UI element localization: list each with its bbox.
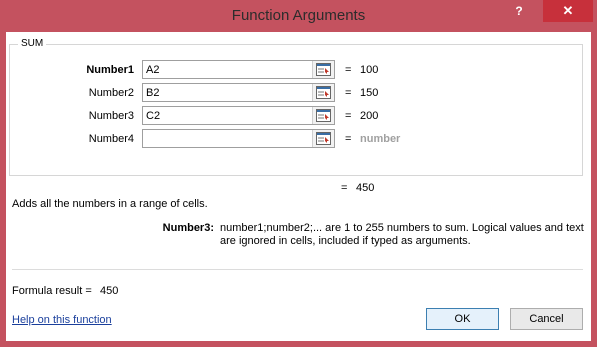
total-value: 450	[356, 182, 375, 194]
number3-input-value: C2	[146, 110, 161, 122]
collapse-dialog-icon	[316, 109, 331, 122]
formula-result-value: 450	[100, 285, 119, 297]
help-button[interactable]: ?	[508, 2, 530, 20]
number1-equals: =	[345, 64, 352, 76]
number2-input-value: B2	[146, 87, 160, 99]
number2-value: 150	[360, 87, 379, 99]
number3-equals: =	[345, 110, 352, 122]
close-button[interactable]: ✕	[543, 0, 593, 22]
number1-value: 100	[360, 64, 379, 76]
number2-ref-button[interactable]	[312, 84, 334, 101]
dialog-window: Function Arguments ? ✕ SUM Number1 A2 =	[0, 0, 597, 347]
divider	[12, 269, 583, 270]
help-link[interactable]: Help on this function	[12, 314, 112, 326]
collapse-dialog-icon	[316, 132, 331, 145]
cancel-button[interactable]: Cancel	[510, 308, 583, 330]
arg-label-number3: Number3	[88, 110, 134, 122]
number4-ref-button[interactable]	[312, 130, 334, 147]
number2-equals: =	[345, 87, 352, 99]
number1-input[interactable]: A2	[142, 60, 335, 79]
collapse-dialog-icon	[316, 63, 331, 76]
arg-help-text: number1;number2;... are 1 to 255 numbers…	[220, 222, 584, 247]
number4-equals: =	[345, 133, 352, 145]
arg-label-number2: Number2	[88, 87, 134, 99]
formula-result-label: Formula result =	[12, 285, 92, 297]
number1-ref-button[interactable]	[312, 61, 334, 78]
number3-input[interactable]: C2	[142, 106, 335, 125]
arg-help-name: Number3:	[162, 222, 214, 234]
number2-input[interactable]: B2	[142, 83, 335, 102]
arg-label-number1: Number1	[86, 64, 134, 76]
number4-input[interactable]	[142, 129, 335, 148]
title-bar[interactable]: Function Arguments ? ✕	[0, 0, 597, 32]
ok-button[interactable]: OK	[426, 308, 499, 330]
function-group: SUM Number1 A2 = 100 Number2 B2 = 150 Nu…	[9, 38, 583, 176]
number1-input-value: A2	[146, 64, 160, 76]
dialog-body: SUM Number1 A2 = 100 Number2 B2 = 150 Nu…	[6, 32, 591, 341]
number4-value: number	[360, 133, 401, 145]
collapse-dialog-icon	[316, 86, 331, 99]
function-description: Adds all the numbers in a range of cells…	[12, 198, 208, 210]
total-equals: =	[341, 182, 348, 194]
arg-label-number4: Number4	[88, 133, 134, 145]
number3-value: 200	[360, 110, 379, 122]
number3-ref-button[interactable]	[312, 107, 334, 124]
function-name: SUM	[18, 38, 47, 49]
